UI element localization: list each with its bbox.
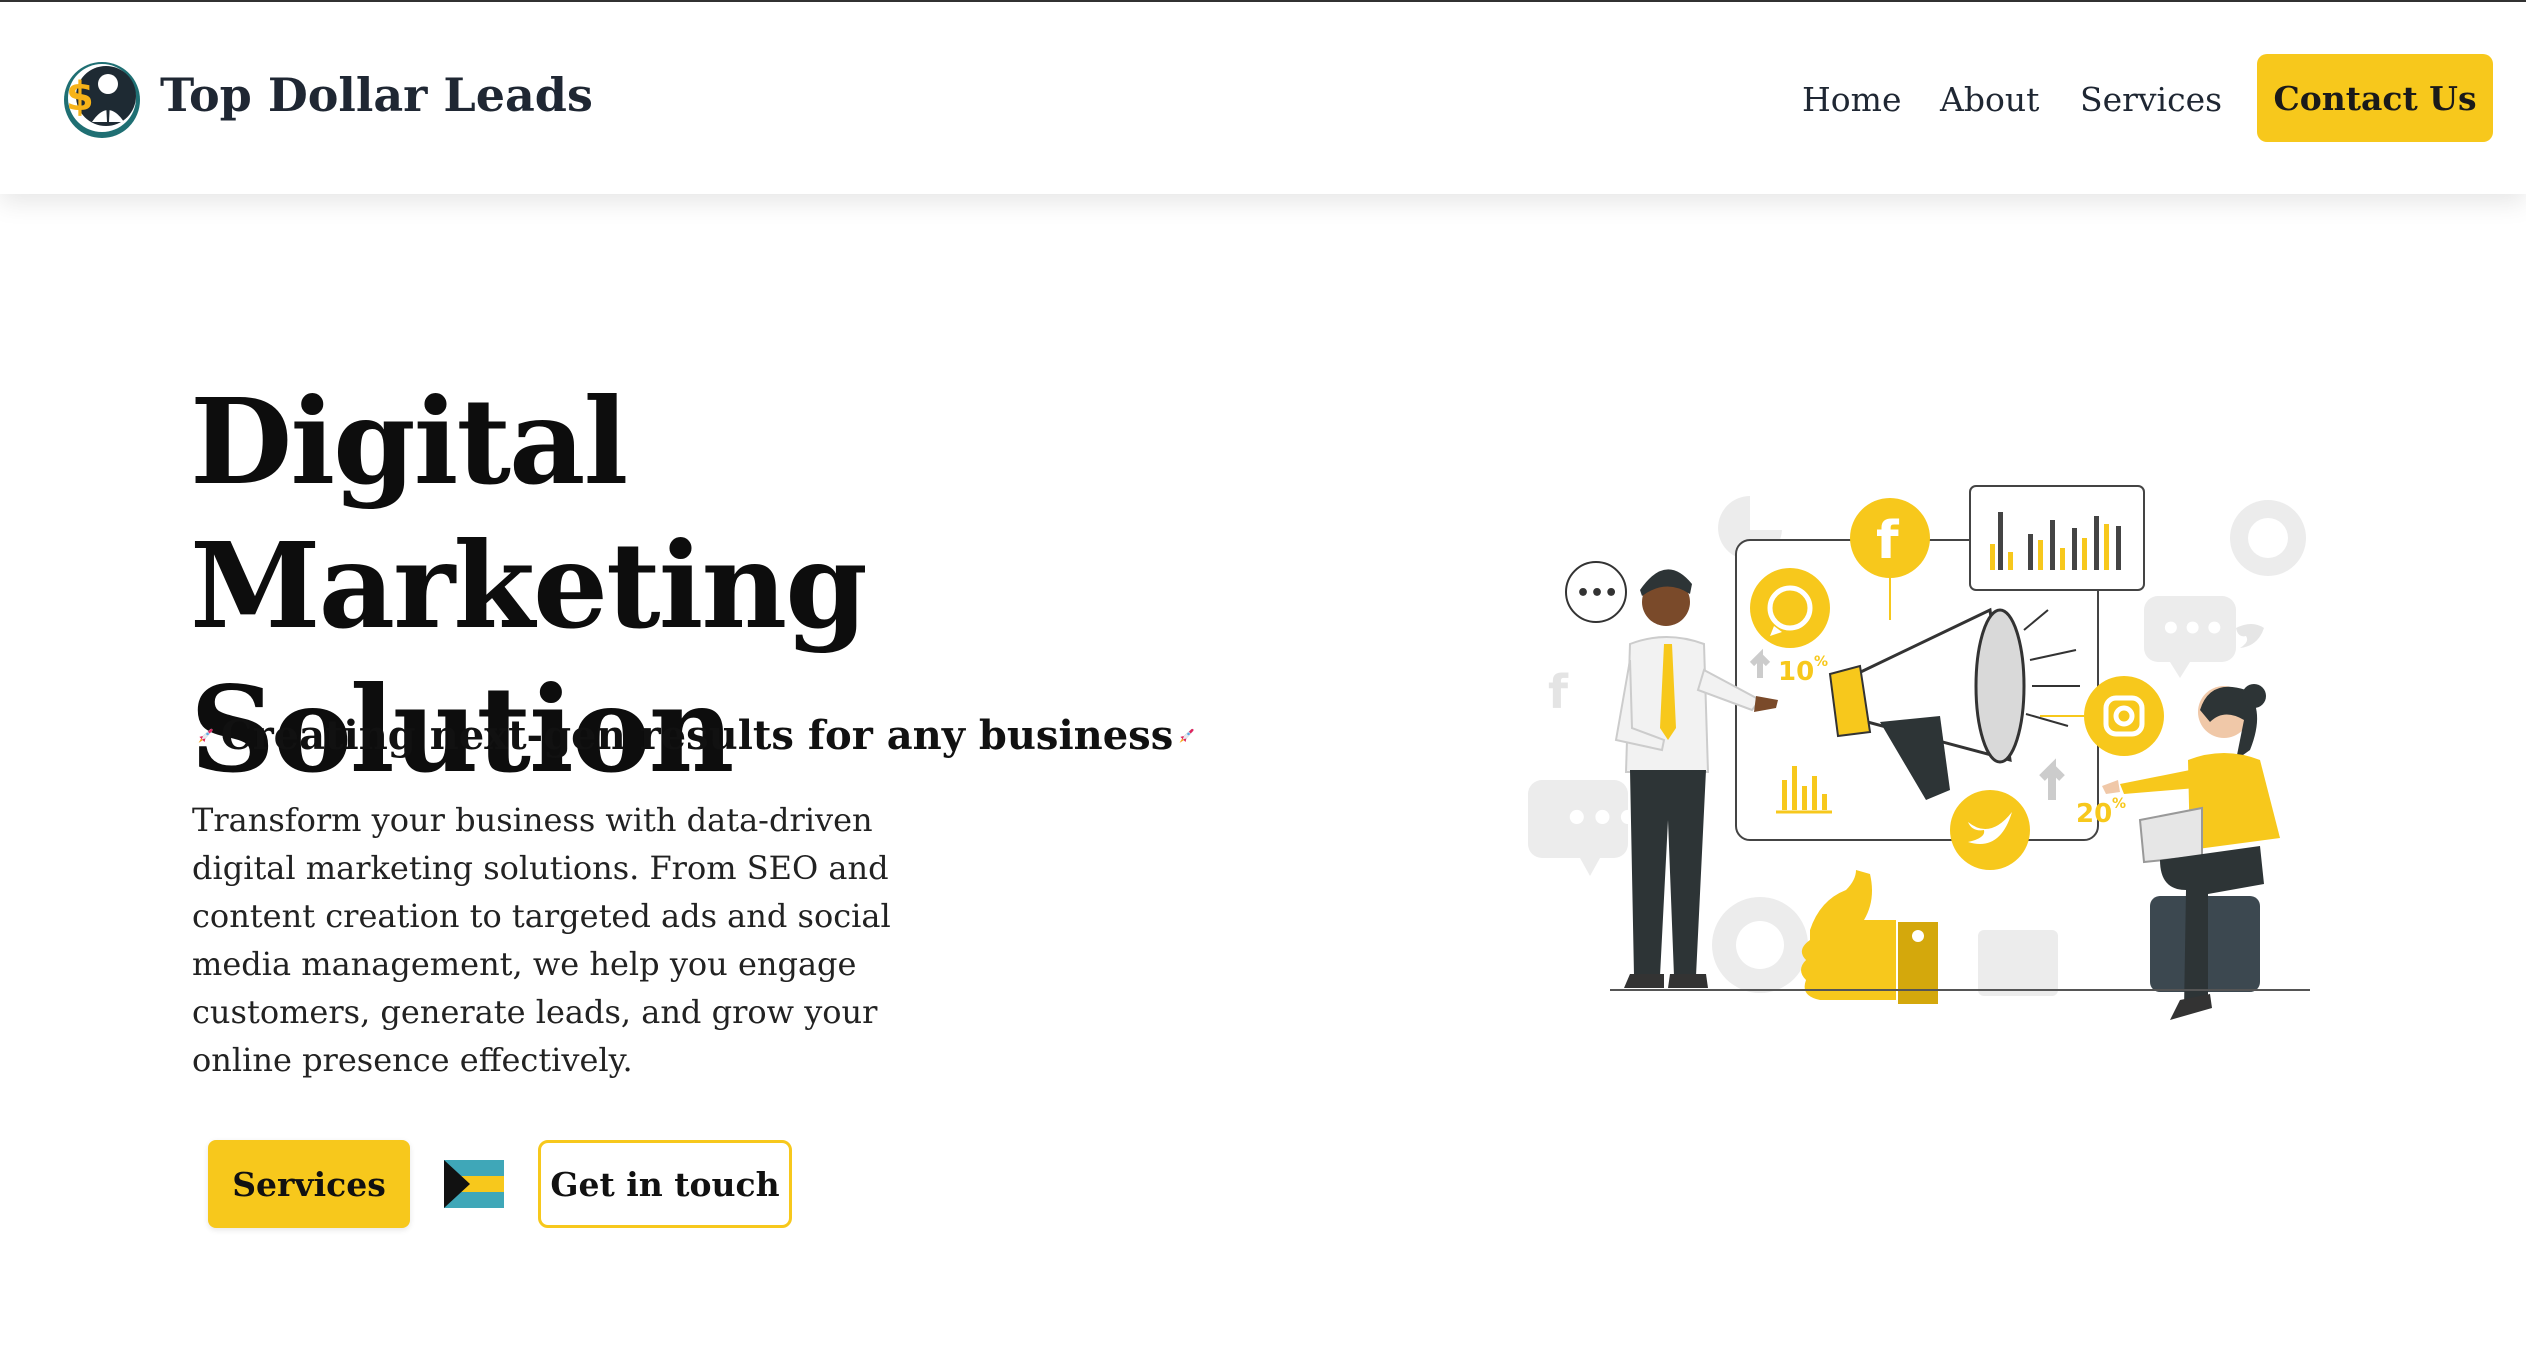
svg-text:•••: ••• xyxy=(1564,796,1641,842)
badge-left: 10 xyxy=(1778,657,1814,687)
hero-description: Transform your business with data-driven… xyxy=(192,801,891,1079)
nav-services-link[interactable]: Services xyxy=(2080,80,2222,119)
twitter-icon xyxy=(1950,790,2030,870)
instagram-icon xyxy=(2084,676,2164,756)
faded-twitter-icon xyxy=(2236,624,2264,648)
bahamas-flag-icon xyxy=(444,1160,504,1208)
site-header: $ Top Dollar Leads Home About Services C… xyxy=(0,2,2526,194)
nav-home-link[interactable]: Home xyxy=(1802,80,1901,119)
contact-us-button[interactable]: Contact Us xyxy=(2257,54,2493,142)
tagline-text: Creating next-gen results for any busine… xyxy=(220,712,1174,759)
svg-text:%: % xyxy=(1814,654,1828,670)
nav-about-link[interactable]: About xyxy=(1940,80,2039,119)
svg-text:f: f xyxy=(1876,511,1900,571)
svg-text:•••: ••• xyxy=(1576,581,1618,606)
marketing-illustration: f ••• ••• ••• f 10 % 20 % xyxy=(1528,485,2310,1020)
whatsapp-icon xyxy=(1750,568,1830,648)
hero-title-line1: Digital Marketing xyxy=(190,372,868,655)
rocket-icon xyxy=(1179,728,1194,743)
services-button[interactable]: Services xyxy=(208,1140,410,1228)
facebook-icon: f xyxy=(1850,498,1930,578)
get-in-touch-button[interactable]: Get in touch xyxy=(538,1140,792,1228)
thumbs-up-icon xyxy=(1801,870,1938,1004)
svg-text:%: % xyxy=(2112,796,2126,812)
main-nav: Home About Services Contact Us xyxy=(0,54,2526,142)
faded-facebook-icon: f xyxy=(1548,665,1569,719)
hero-tagline: Creating next-gen results for any busine… xyxy=(196,712,1196,759)
badge-right: 20 xyxy=(2076,799,2112,829)
rocket-icon xyxy=(198,728,213,743)
svg-text:•••: ••• xyxy=(2160,609,2225,649)
